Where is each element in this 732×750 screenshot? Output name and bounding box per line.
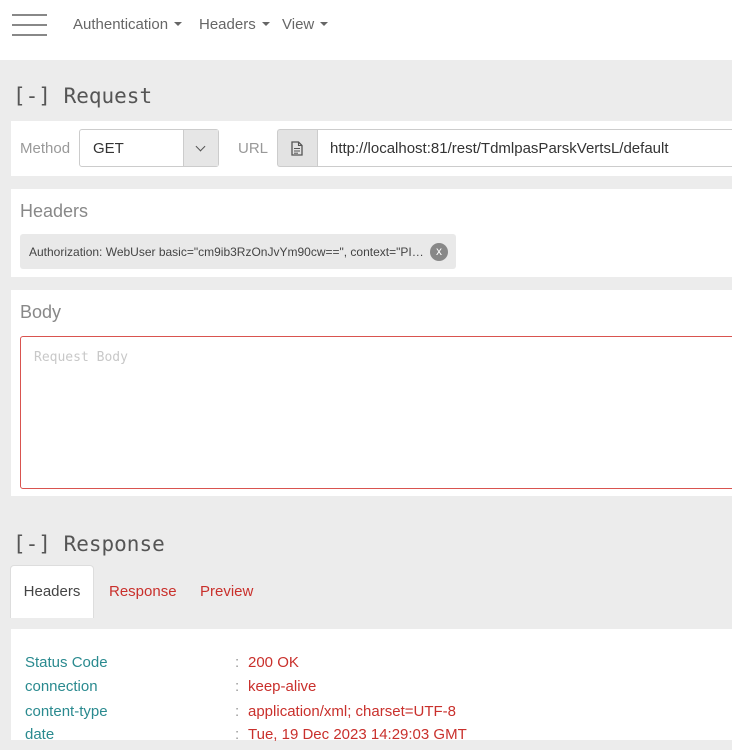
response-collapse-toggle[interactable]: [-] (13, 532, 51, 556)
response-row-value: Tue, 19 Dec 2023 14:29:03 GMT (248, 726, 467, 743)
request-collapse-toggle[interactable]: [-] (13, 84, 51, 108)
response-title: Response (63, 532, 165, 556)
method-select[interactable]: GET (79, 129, 219, 167)
menu-view[interactable]: View (282, 16, 329, 33)
method-dropdown-toggle[interactable] (183, 130, 218, 166)
response-row-key: Status Code (25, 654, 108, 671)
header-chip-text: Authorization: WebUser basic="cm9ib3RzOn… (29, 245, 425, 259)
header-chip[interactable]: Authorization: WebUser basic="cm9ib3RzOn… (20, 234, 456, 269)
url-input[interactable] (317, 129, 732, 167)
menu-authentication[interactable]: Authentication (73, 16, 183, 33)
tab-response[interactable]: Response (109, 565, 177, 618)
response-row-separator: : (235, 726, 240, 743)
close-icon[interactable]: x (430, 243, 448, 261)
request-section-title: [-] Request (13, 84, 152, 108)
response-row-separator: : (235, 678, 240, 695)
response-section-title: [-] Response (13, 532, 165, 556)
tab-preview[interactable]: Preview (200, 565, 253, 618)
method-value: GET (93, 140, 124, 157)
request-headers-heading: Headers (20, 201, 89, 221)
caret-down-icon (174, 22, 183, 26)
request-title: Request (63, 84, 153, 108)
method-label: Method (20, 140, 71, 157)
menu-headers[interactable]: Headers (199, 16, 270, 33)
response-row-key: connection (25, 678, 98, 695)
menu-view-label: View (282, 16, 315, 33)
document-icon (291, 141, 303, 156)
response-row: connection : keep-alive (0, 678, 732, 702)
response-row-value: 200 OK (248, 654, 299, 671)
caret-down-icon (320, 22, 329, 26)
response-row-key: content-type (25, 703, 108, 720)
response-row-separator: : (235, 703, 240, 720)
caret-down-icon (261, 22, 270, 26)
top-navbar: Authentication Headers View (0, 0, 732, 60)
chevron-down-icon (195, 141, 206, 152)
response-row: Status Code : 200 OK (0, 654, 732, 678)
response-row-value: keep-alive (248, 678, 317, 695)
hamburger-menu-icon[interactable] (12, 13, 47, 37)
response-row: date : Tue, 19 Dec 2023 14:29:03 GMT (0, 726, 732, 750)
request-body-textarea[interactable] (20, 336, 732, 489)
response-row-value: application/xml; charset=UTF-8 (248, 703, 456, 720)
menu-authentication-label: Authentication (73, 16, 169, 33)
url-label: URL (238, 140, 269, 157)
menu-headers-label: Headers (199, 16, 256, 33)
tab-headers[interactable]: Headers (10, 565, 94, 618)
response-row-separator: : (235, 654, 240, 671)
response-row: content-type : application/xml; charset=… (0, 703, 732, 727)
response-row-key: date (25, 726, 55, 743)
request-body-heading: Body (20, 302, 62, 322)
url-addon (277, 129, 317, 167)
